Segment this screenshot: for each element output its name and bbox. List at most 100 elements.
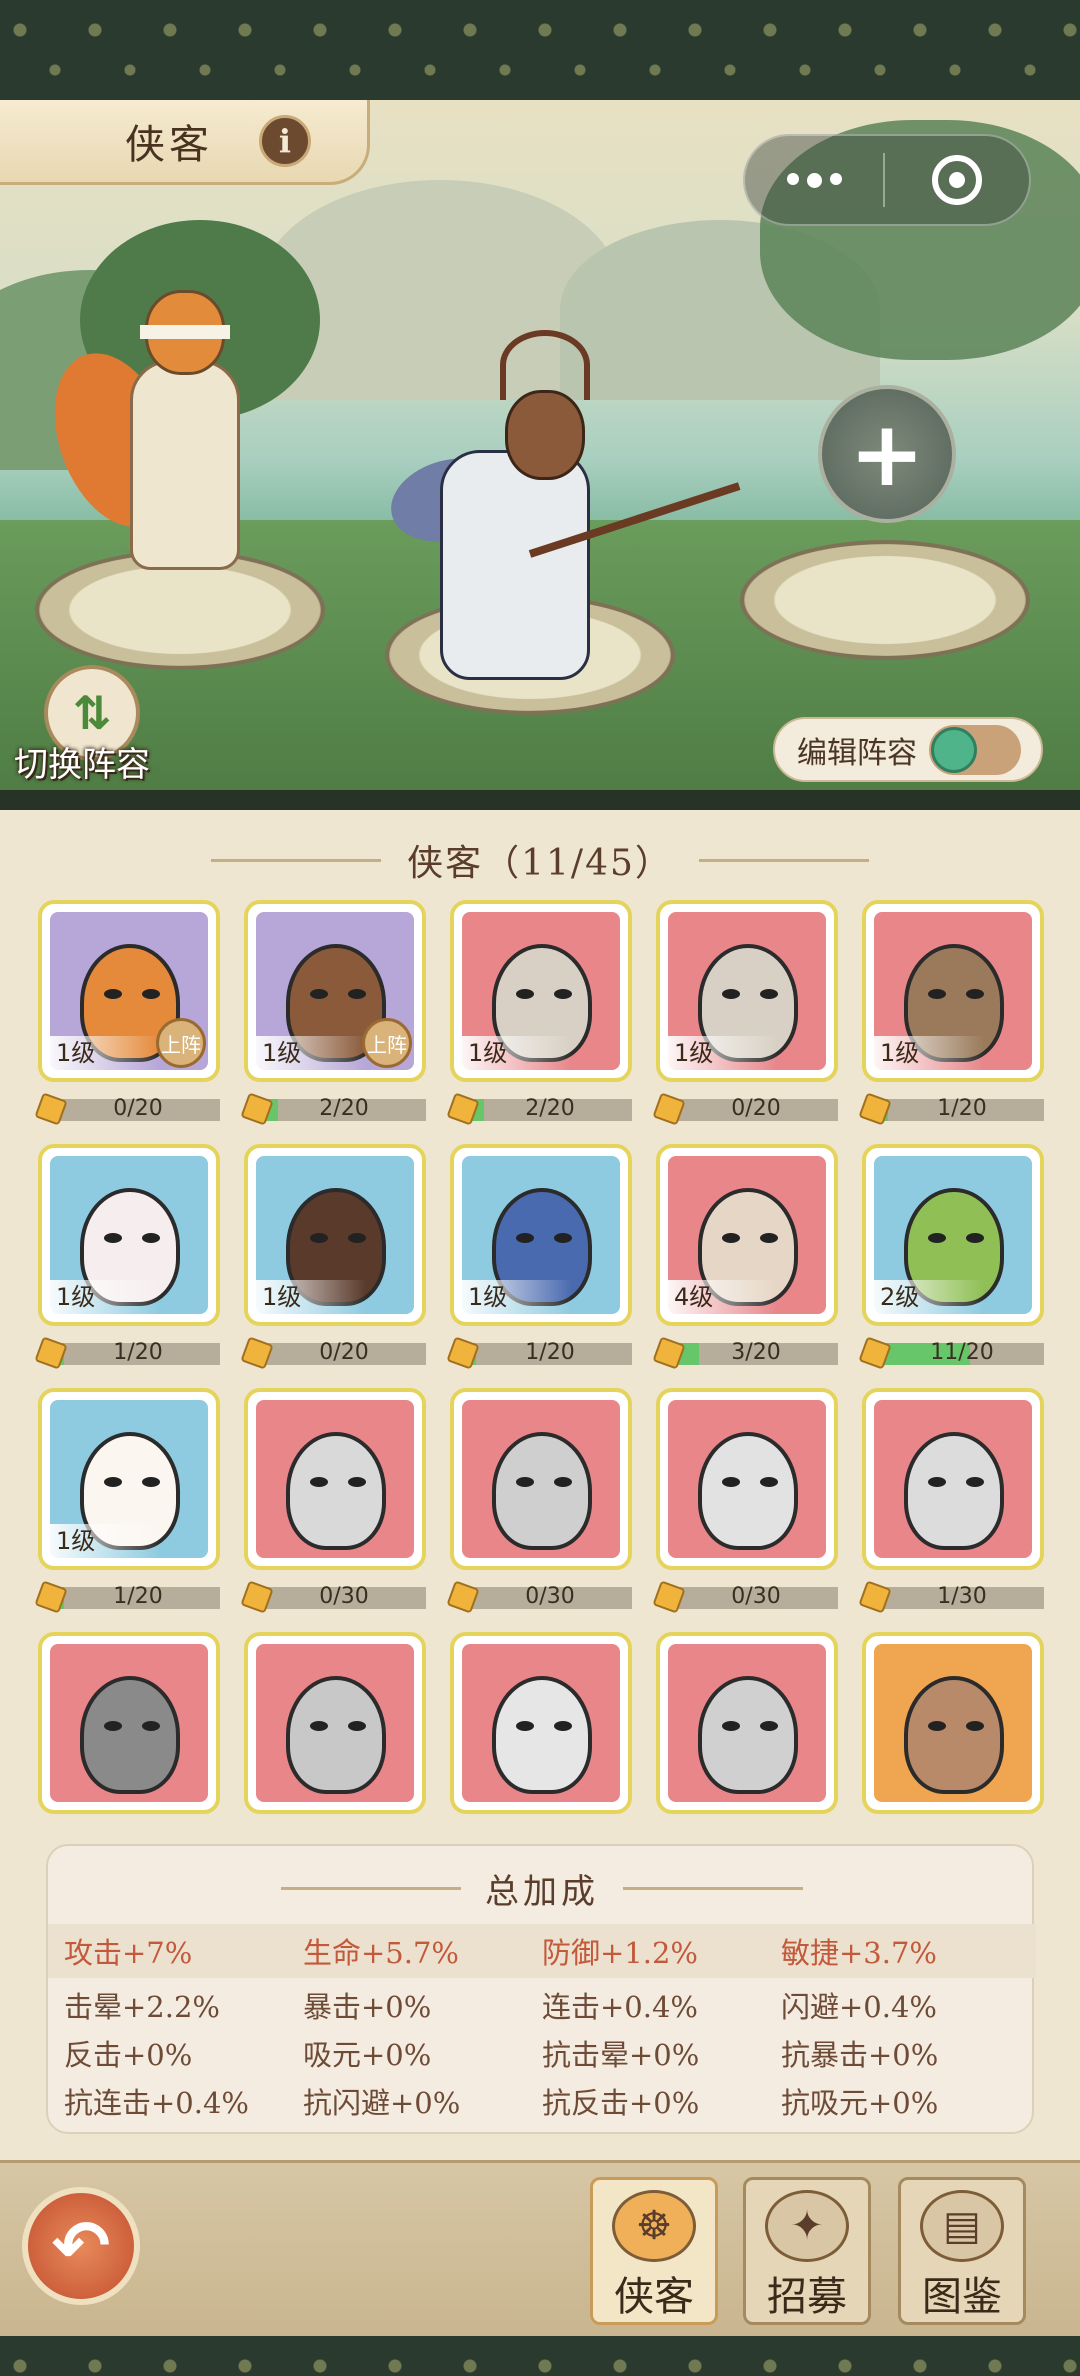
shard-progress: 2/20 — [240, 1092, 426, 1126]
hero-eye — [348, 1721, 366, 1731]
progress-text: 1/20 — [525, 1340, 575, 1365]
hero-level: 1级 — [668, 1036, 778, 1070]
hero-card[interactable]: 1/30 — [858, 1388, 1044, 1618]
edit-lineup-control[interactable]: 编辑阵容 — [773, 717, 1043, 782]
hero-eye — [104, 989, 122, 999]
hero-eye — [554, 989, 572, 999]
stat-stun: 击晕+2.2% — [64, 1990, 220, 2024]
hero-deer-figure[interactable] — [380, 310, 741, 690]
hero-portrait — [450, 1388, 632, 1570]
shard-progress: 2/20 — [446, 1092, 632, 1126]
hero-card[interactable]: 1级 2/20 — [446, 900, 632, 1130]
hero-card[interactable]: 1级 上阵 2/20 — [240, 900, 426, 1130]
hero-card[interactable]: 1级 0/20 — [240, 1144, 426, 1374]
shard-progress: 0/20 — [34, 1092, 220, 1126]
hero-card[interactable]: 4级 3/20 — [652, 1144, 838, 1374]
hero-face — [80, 1676, 180, 1794]
hero-eye — [348, 989, 366, 999]
hero-card[interactable]: 1级 1/20 — [858, 900, 1044, 1130]
hero-face — [904, 1432, 1004, 1550]
divider — [623, 1887, 803, 1890]
hero-eye — [722, 989, 740, 999]
hero-card[interactable] — [450, 1632, 632, 1862]
hero-eye — [928, 1721, 946, 1731]
hero-eye — [310, 1477, 328, 1487]
hero-portrait — [862, 1632, 1044, 1814]
hero-card[interactable]: 1级 0/20 — [652, 900, 838, 1130]
hero-card[interactable]: 1级 上阵 0/20 — [34, 900, 220, 1130]
hero-eye — [348, 1233, 366, 1243]
target-icon[interactable] — [885, 155, 1029, 205]
hero-level: 1级 — [874, 1036, 984, 1070]
more-dots-icon[interactable] — [745, 172, 883, 188]
hero-card[interactable]: 1级 1/20 — [446, 1144, 632, 1374]
hero-level: 1级 — [256, 1280, 366, 1314]
hero-card[interactable] — [38, 1632, 220, 1862]
stat-agility: 敏捷+3.7% — [781, 1936, 937, 1970]
hero-level: 1级 — [256, 1036, 366, 1070]
progress-text: 2/20 — [525, 1096, 575, 1121]
stat-defense: 防御+1.2% — [542, 1936, 698, 1970]
hero-card[interactable]: 2级 11/20 — [858, 1144, 1044, 1374]
stat-combo: 连击+0.4% — [542, 1990, 698, 2024]
hero-portrait: 1级 上阵 — [244, 900, 426, 1082]
hero-eye — [104, 1721, 122, 1731]
hero-level: 1级 — [462, 1036, 572, 1070]
hero-card[interactable] — [656, 1632, 838, 1862]
warrior-icon: ☸ — [612, 2190, 696, 2262]
hero-eye — [760, 1721, 778, 1731]
switch-lineup-button[interactable]: ⇅ 切换阵容 — [14, 665, 174, 785]
add-hero-button[interactable]: + — [818, 385, 956, 523]
hero-eye — [310, 1233, 328, 1243]
hero-card[interactable]: 1级 1/20 — [34, 1144, 220, 1374]
hero-level: 1级 — [50, 1280, 160, 1314]
nav-tab-label: 侠客 — [614, 2274, 694, 2320]
shard-progress: 0/20 — [652, 1092, 838, 1126]
progress-text: 0/20 — [731, 1096, 781, 1121]
hero-fox-figure[interactable] — [32, 280, 260, 580]
deer-robe — [440, 450, 590, 680]
nav-tab-heroes[interactable]: ☸ 侠客 — [590, 2177, 718, 2325]
hero-portrait: 4级 — [656, 1144, 838, 1326]
progress-text: 0/30 — [525, 1584, 575, 1609]
hero-card[interactable]: 1级 1/20 — [34, 1388, 220, 1618]
hero-card[interactable] — [862, 1632, 1044, 1862]
shard-progress: 1/20 — [446, 1336, 632, 1370]
hero-eye — [760, 1477, 778, 1487]
stat-anti-crit: 抗暴击+0% — [781, 2038, 939, 2072]
stat-anti-combo: 抗连击+0.4% — [64, 2086, 249, 2120]
hero-level: 1级 — [462, 1280, 572, 1314]
shard-progress: 0/30 — [652, 1580, 838, 1614]
bottom-decoration — [0, 2336, 1080, 2376]
info-icon[interactable]: i — [259, 115, 311, 167]
shard-progress: 1/20 — [34, 1580, 220, 1614]
edit-lineup-toggle[interactable] — [929, 724, 1021, 775]
hero-eye — [760, 1233, 778, 1243]
hero-card[interactable]: 0/30 — [240, 1388, 426, 1618]
hero-card[interactable] — [244, 1632, 426, 1862]
hero-portrait: 1级 — [862, 900, 1044, 1082]
shard-progress: 1/30 — [858, 1580, 1044, 1614]
hero-eye — [516, 1233, 534, 1243]
hero-eye — [142, 1233, 160, 1243]
hero-portrait: 1级 — [450, 1144, 632, 1326]
hero-eye — [104, 1233, 122, 1243]
progress-text: 1/30 — [937, 1584, 987, 1609]
back-icon[interactable]: ↶ — [22, 2187, 140, 2305]
progress-text: 0/30 — [731, 1584, 781, 1609]
hero-card[interactable]: 0/30 — [446, 1388, 632, 1618]
divider — [698, 858, 869, 862]
hero-eye — [928, 1477, 946, 1487]
stat-counter: 反击+0% — [64, 2038, 193, 2072]
lineup-slot-3[interactable] — [740, 540, 1030, 660]
stat-anti-drain: 抗吸元+0% — [781, 2086, 939, 2120]
hero-portrait: 1级 — [38, 1388, 220, 1570]
book-icon: ▤ — [920, 2190, 1004, 2262]
deployed-badge: 上阵 — [362, 1018, 412, 1068]
hero-card[interactable]: 0/30 — [652, 1388, 838, 1618]
nav-tab-recruit[interactable]: ✦ 招募 — [743, 2177, 871, 2325]
hero-eye — [722, 1233, 740, 1243]
nav-tab-codex[interactable]: ▤ 图鉴 — [898, 2177, 1026, 2325]
stat-drain: 吸元+0% — [303, 2038, 432, 2072]
hero-eye — [348, 1477, 366, 1487]
